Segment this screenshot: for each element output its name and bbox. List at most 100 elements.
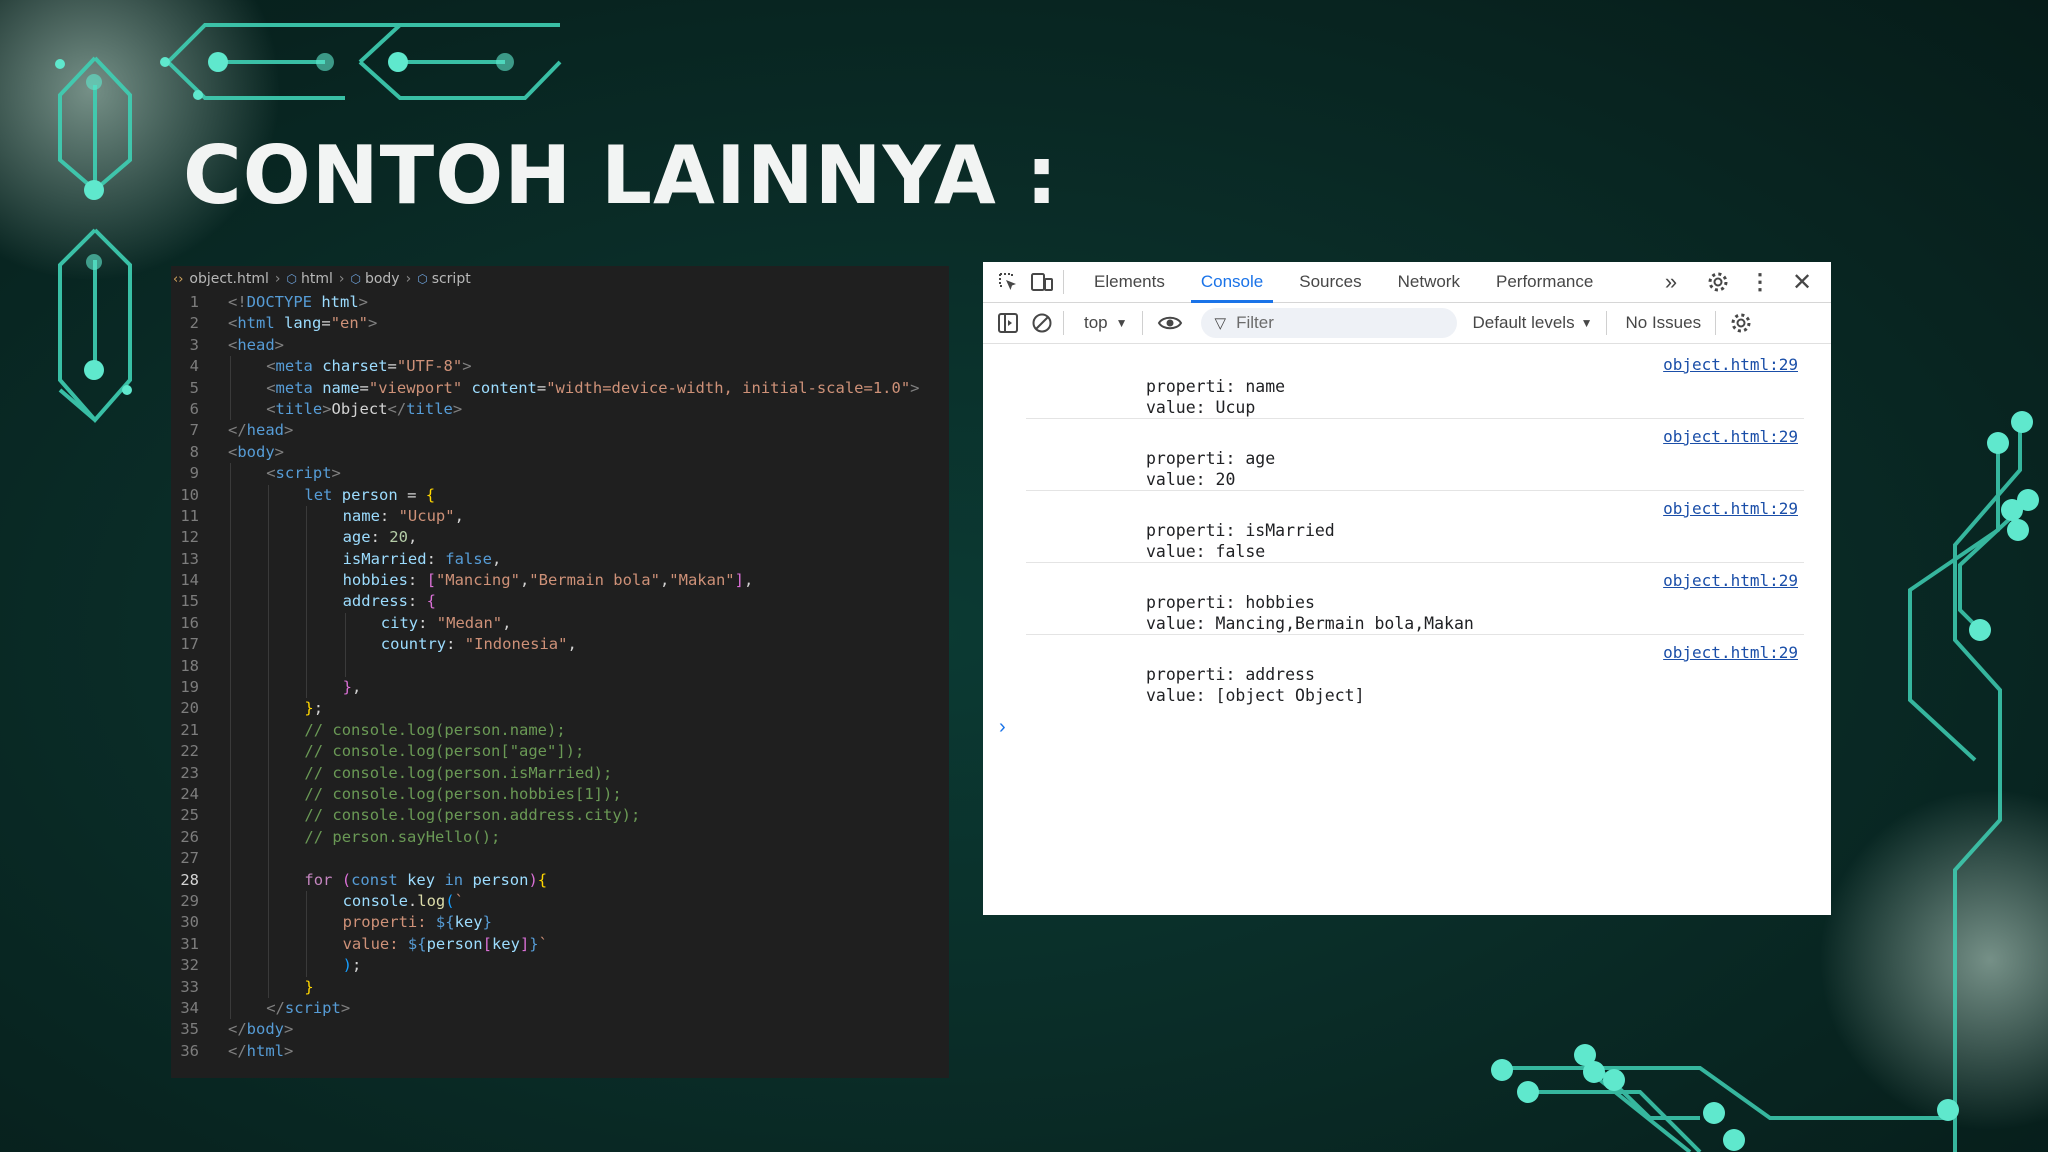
code-line[interactable]: 7 </head>	[171, 420, 949, 441]
source-link[interactable]: object.html:29	[1663, 499, 1798, 518]
element-icon: ⬡	[286, 272, 297, 286]
code-text: // console.log(person["age"]);	[304, 742, 585, 761]
indent-guide	[306, 655, 308, 678]
code-text: properti: ${key}	[342, 913, 492, 932]
code-line[interactable]: 2 <html lang="en">	[171, 313, 949, 334]
indent-guide	[268, 677, 270, 699]
code-lines[interactable]: 1 <!DOCTYPE html> 2 <html lang="en"> 3 <head>…	[171, 292, 949, 1062]
code-line[interactable]: 6 <title>Object</title>	[171, 398, 949, 421]
log-levels-dropdown[interactable]: Default levels ▼	[1473, 313, 1593, 333]
indent-guide	[230, 933, 231, 956]
clear-console-icon[interactable]	[1025, 306, 1059, 340]
inspect-element-icon[interactable]	[991, 265, 1025, 299]
code-line[interactable]: 32);	[171, 955, 949, 977]
breadcrumb-item[interactable]: body	[365, 271, 400, 287]
code-line[interactable]: 18	[171, 655, 949, 678]
code-line[interactable]: 34 </script>	[171, 997, 949, 1020]
code-text: let person = {	[304, 485, 436, 504]
code-line[interactable]: 35 </body>	[171, 1019, 949, 1040]
code-line[interactable]: 11 name: "Ucup",	[171, 505, 949, 528]
code-line[interactable]: 19},	[171, 677, 949, 699]
line-number: 23	[180, 763, 199, 782]
code-line[interactable]: 23 // console.log(person.isMarried);	[171, 762, 949, 784]
source-link[interactable]: object.html:29	[1663, 643, 1798, 662]
html-file-icon: ‹›	[173, 271, 184, 287]
code-line[interactable]: 14 hobbies: ["Mancing","Bermain bola","Ma…	[171, 570, 949, 592]
breadcrumb-item[interactable]: html	[301, 271, 333, 287]
code-line[interactable]: 15 address: {	[171, 591, 949, 613]
code-line[interactable]: 26 // person.sayHello();	[171, 826, 949, 849]
indent-guide	[306, 527, 308, 549]
slide-title: CONTOH LAINNYA :	[183, 129, 1059, 222]
tab-console[interactable]: Console	[1183, 262, 1281, 303]
console-settings-gear-icon[interactable]	[1724, 306, 1758, 340]
code-line[interactable]: 33}	[171, 976, 949, 998]
indent-guide	[268, 762, 270, 784]
code-line[interactable]: 28 for (const key in person){	[171, 869, 949, 891]
indent-guide	[230, 655, 231, 678]
settings-gear-icon[interactable]	[1701, 265, 1735, 299]
code-line[interactable]: 24 // console.log(person.hobbies[1]);	[171, 783, 949, 806]
line-number: 34	[180, 998, 199, 1017]
indent-guide	[230, 398, 231, 421]
tab-performance[interactable]: Performance	[1478, 262, 1611, 302]
code-line[interactable]: 25 // console.log(person.address.city);	[171, 805, 949, 827]
code-line[interactable]: 4 <meta charset="UTF-8">	[171, 356, 949, 378]
close-icon[interactable]: ✕	[1785, 265, 1819, 299]
code-text: <head>	[228, 335, 285, 354]
line-number: 3	[189, 335, 199, 354]
code-line[interactable]: 22 // console.log(person["age"]);	[171, 741, 949, 763]
breadcrumb-item[interactable]: object.html	[189, 271, 268, 287]
console-message: object.html:29 properti: name value: Ucu…	[1026, 347, 1804, 419]
code-line[interactable]: 9 <script>	[171, 463, 949, 485]
code-line[interactable]: 21 // console.log(person.name);	[171, 719, 949, 742]
indent-guide	[344, 655, 346, 678]
device-toolbar-icon[interactable]	[1025, 265, 1059, 299]
tab-sources[interactable]: Sources	[1281, 262, 1379, 302]
indent-guide	[268, 869, 270, 891]
console-message-text: properti: hobbies value: Mancing,Bermain…	[1146, 593, 1474, 633]
code-line[interactable]: 17 country: "Indonesia",	[171, 634, 949, 656]
code-line[interactable]: 13 isMarried: false,	[171, 548, 949, 571]
source-link[interactable]: object.html:29	[1663, 355, 1798, 374]
live-expression-eye-icon[interactable]	[1153, 306, 1187, 340]
filter-input[interactable]: ▽ Filter	[1200, 308, 1457, 338]
code-line[interactable]: 3 <head>	[171, 335, 949, 356]
context-selector[interactable]: top ▼	[1084, 313, 1128, 333]
issues-counter[interactable]: No Issues	[1625, 313, 1701, 333]
indent-guide	[306, 955, 308, 977]
code-line[interactable]: 12 age: 20,	[171, 527, 949, 549]
tab-elements[interactable]: Elements	[1076, 262, 1183, 302]
indent-guide	[268, 612, 270, 635]
code-line[interactable]: 1 <!DOCTYPE html>	[171, 292, 949, 313]
indent-guide	[268, 698, 270, 720]
code-line[interactable]: 29 console.log(`	[171, 890, 949, 913]
code-line[interactable]: 8 <body>	[171, 442, 949, 463]
context-value: top	[1084, 313, 1108, 332]
code-text: isMarried: false,	[342, 549, 502, 568]
element-icon: ⬡	[417, 272, 428, 286]
tab-network[interactable]: Network	[1380, 262, 1478, 302]
source-link[interactable]: object.html:29	[1663, 427, 1798, 446]
more-tabs-icon[interactable]: »	[1654, 265, 1688, 299]
code-line[interactable]: 5 <meta name="viewport" content="width=de…	[171, 377, 949, 399]
sidebar-toggle-icon[interactable]	[991, 306, 1025, 340]
code-text: for (const key in person){	[304, 870, 548, 889]
line-number: 12	[180, 528, 199, 547]
code-line[interactable]: 16 city: "Medan",	[171, 612, 949, 635]
chevron-right-icon: ›	[405, 271, 412, 287]
indent-guide	[230, 527, 231, 549]
code-line[interactable]: 20};	[171, 698, 949, 720]
element-icon: ⬡	[350, 272, 361, 286]
indent-guide	[306, 591, 308, 613]
breadcrumb-item[interactable]: script	[432, 271, 471, 287]
source-link[interactable]: object.html:29	[1663, 571, 1798, 590]
code-line[interactable]: 31 value: ${person[key]}`	[171, 933, 949, 956]
code-line[interactable]: 36 </html>	[171, 1041, 949, 1062]
code-text: </head>	[228, 421, 294, 440]
code-line[interactable]: 27	[171, 848, 949, 870]
code-line[interactable]: 30 properti: ${key}	[171, 912, 949, 934]
console-prompt-icon[interactable]: ›	[999, 716, 1831, 739]
kebab-menu-icon[interactable]: ⋮	[1743, 265, 1777, 299]
code-line[interactable]: 10 let person = {	[171, 484, 949, 506]
